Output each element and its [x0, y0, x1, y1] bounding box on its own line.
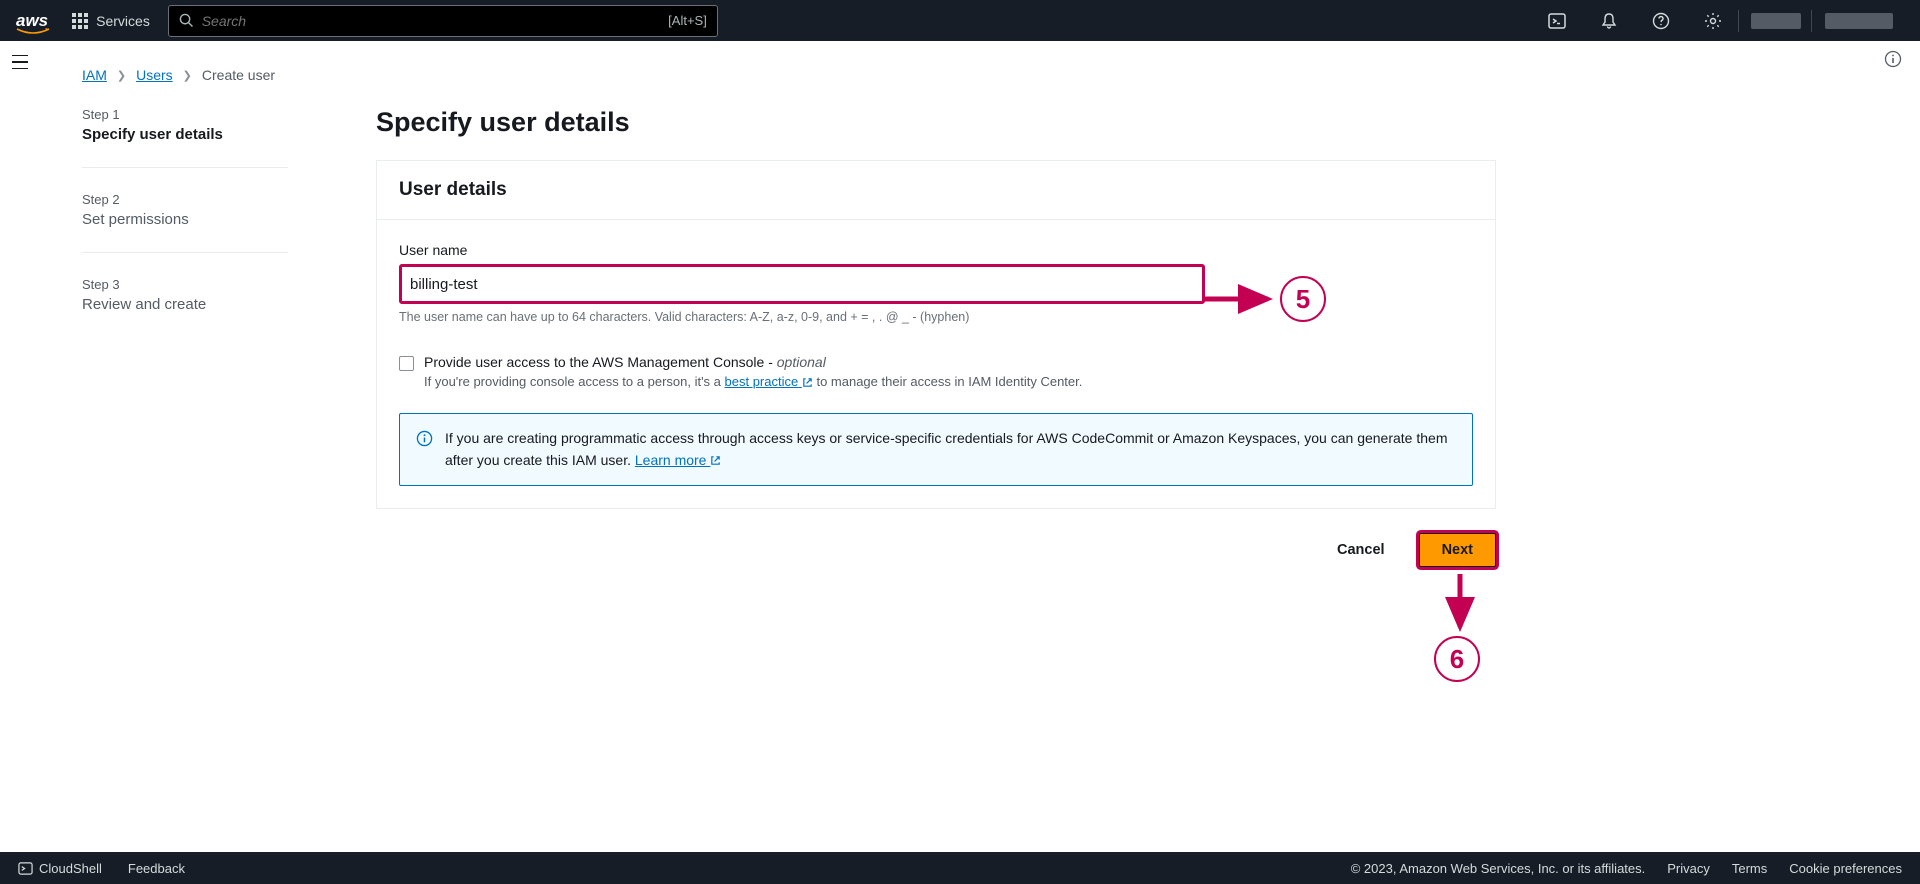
console-access-checkbox[interactable] [399, 356, 414, 371]
cloudshell-link[interactable]: CloudShell [18, 861, 102, 876]
region-selector[interactable] [1739, 0, 1811, 41]
terms-link[interactable]: Terms [1732, 861, 1767, 876]
best-practice-link[interactable]: best practice [725, 374, 813, 389]
search-icon [179, 13, 194, 28]
wizard-steps: Step 1 Specify user details Step 2 Set p… [82, 107, 288, 567]
console-access-checkbox-row: Provide user access to the AWS Managemen… [399, 354, 1473, 389]
services-menu-button[interactable]: Services [72, 13, 150, 29]
external-link-icon [802, 377, 813, 388]
step-label: Set permissions [82, 211, 288, 228]
page-title: Specify user details [376, 107, 1496, 138]
search-field[interactable]: [Alt+S] [168, 5, 718, 37]
cloudshell-icon [1548, 12, 1566, 30]
username-input[interactable] [410, 276, 1194, 293]
form-actions: Cancel Next [376, 533, 1496, 567]
external-link-icon [710, 455, 721, 466]
breadcrumb-current: Create user [202, 67, 275, 83]
form-area: Specify user details User details User n… [376, 107, 1496, 567]
top-navbar: aws Services [Alt+S] [0, 0, 1920, 41]
aws-swoosh-icon [16, 27, 50, 35]
aws-logo[interactable]: aws [16, 11, 48, 31]
search-shortcut-hint: [Alt+S] [668, 13, 707, 28]
checkbox-label: Provide user access to the AWS Managemen… [424, 354, 1082, 370]
breadcrumb: IAM ❯ Users ❯ Create user [82, 41, 1880, 83]
panel-header: User details [377, 161, 1495, 220]
chevron-right-icon: ❯ [117, 69, 126, 82]
cookie-preferences-link[interactable]: Cookie preferences [1789, 861, 1902, 876]
copyright-text: © 2023, Amazon Web Services, Inc. or its… [1351, 861, 1646, 876]
step-3: Step 3 Review and create [82, 277, 288, 337]
help-button[interactable] [1634, 0, 1686, 41]
breadcrumb-users[interactable]: Users [136, 67, 173, 83]
settings-button[interactable] [1686, 0, 1738, 41]
breadcrumb-iam[interactable]: IAM [82, 67, 107, 83]
cloudshell-icon-button[interactable] [1530, 0, 1582, 41]
footer-bar: CloudShell Feedback © 2023, Amazon Web S… [0, 852, 1920, 884]
feedback-link[interactable]: Feedback [128, 861, 185, 876]
username-field-wrapper [399, 264, 1205, 304]
info-text: If you are creating programmatic access … [445, 428, 1456, 471]
bell-icon [1600, 12, 1618, 30]
step-label: Review and create [82, 296, 288, 313]
account-menu[interactable] [1812, 0, 1904, 41]
cloudshell-icon [18, 861, 33, 876]
checkbox-description: If you're providing console access to a … [424, 374, 1082, 389]
step-number: Step 2 [82, 192, 288, 207]
user-details-panel: User details User name The user name can… [376, 160, 1496, 509]
step-2: Step 2 Set permissions [82, 192, 288, 253]
step-number: Step 3 [82, 277, 288, 292]
privacy-link[interactable]: Privacy [1667, 861, 1710, 876]
username-hint: The user name can have up to 64 characte… [399, 310, 1473, 324]
help-icon [1652, 12, 1670, 30]
step-1[interactable]: Step 1 Specify user details [82, 107, 288, 168]
learn-more-link[interactable]: Learn more [635, 452, 721, 468]
info-icon [416, 430, 433, 447]
step-label: Specify user details [82, 126, 288, 143]
chevron-right-icon: ❯ [183, 69, 192, 82]
services-label: Services [96, 13, 150, 29]
step-number: Step 1 [82, 107, 288, 122]
info-box: If you are creating programmatic access … [399, 413, 1473, 486]
grid-icon [72, 13, 88, 29]
next-button[interactable]: Next [1419, 533, 1496, 567]
search-input[interactable] [202, 13, 668, 29]
username-label: User name [399, 242, 1473, 258]
notifications-button[interactable] [1582, 0, 1634, 41]
account-placeholder [1825, 13, 1893, 29]
cancel-button[interactable]: Cancel [1317, 533, 1405, 567]
gear-icon [1704, 12, 1722, 30]
region-placeholder [1751, 13, 1801, 29]
main-content: IAM ❯ Users ❯ Create user Step 1 Specify… [0, 41, 1920, 841]
